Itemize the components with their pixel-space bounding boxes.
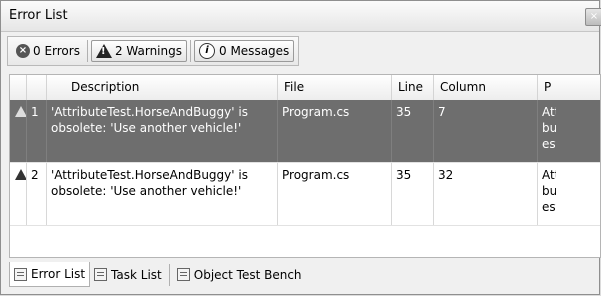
warning-icon [15, 106, 26, 117]
row-description: 'AttributeTest.HorseAndBuggy' is obsolet… [47, 163, 278, 225]
bottom-tab-strip: Error List Task List Object Test Bench [9, 261, 306, 288]
grid-header: Description File Line Column P [10, 75, 600, 101]
row-icon-cell [10, 163, 27, 225]
row-line: 35 [392, 100, 434, 162]
row-line: 35 [392, 163, 434, 225]
error-list-panel: Error List × × 0 Errors 2 Warnings i 0 M… [0, 0, 601, 295]
row-index: 2 [27, 163, 47, 225]
toolbar-separator [190, 40, 191, 62]
errors-filter-label: 0 Errors [33, 44, 80, 58]
messages-filter-button[interactable]: i 0 Messages [194, 40, 295, 62]
error-icon: × [16, 44, 30, 58]
header-index-column[interactable] [27, 75, 47, 100]
warnings-filter-label: 2 Warnings [114, 44, 182, 58]
tab-separator [168, 263, 170, 286]
header-file[interactable]: File [278, 75, 392, 100]
title-bar: Error List × [1, 1, 601, 32]
header-description[interactable]: Description [47, 75, 278, 100]
row-project: Att bu est [542, 105, 556, 151]
toolbar-separator [86, 40, 88, 62]
task-list-icon [94, 268, 108, 281]
errors-filter-button[interactable]: × 0 Errors [12, 40, 84, 62]
object-test-bench-icon [176, 268, 190, 281]
tab-task-list-label: Task List [111, 267, 162, 282]
panel-title: Error List [9, 8, 68, 23]
row-icon-cell [10, 100, 27, 162]
row-project: Att bu est [542, 168, 556, 214]
tab-task-list[interactable]: Task List [90, 262, 166, 287]
header-line[interactable]: Line [392, 75, 434, 100]
tab-error-list[interactable]: Error List [9, 262, 91, 287]
error-list-icon [14, 267, 27, 281]
filter-toolbar: × 0 Errors 2 Warnings i 0 Messages [7, 36, 300, 66]
tab-object-test-bench-label: Object Test Bench [193, 267, 302, 282]
error-grid: Description File Line Column P 1 'Attrib… [9, 74, 601, 258]
table-row[interactable]: 1 'AttributeTest.HorseAndBuggy' is obsol… [10, 100, 600, 163]
tab-error-list-label: Error List [31, 267, 86, 281]
row-file: Program.cs [278, 100, 392, 162]
row-index: 1 [27, 100, 47, 162]
row-column: 7 [434, 100, 538, 162]
warnings-filter-button[interactable]: 2 Warnings [90, 40, 187, 62]
info-icon: i [199, 43, 215, 59]
row-column: 32 [434, 163, 538, 225]
messages-filter-label: 0 Messages [219, 44, 290, 58]
header-column[interactable]: Column [434, 75, 538, 100]
tab-object-test-bench[interactable]: Object Test Bench [173, 262, 306, 287]
close-icon[interactable]: × [585, 8, 601, 26]
warning-icon [15, 169, 26, 180]
row-description: 'AttributeTest.HorseAndBuggy' is obsolet… [47, 100, 278, 162]
header-icon-column[interactable] [10, 75, 27, 100]
warning-icon [95, 44, 112, 58]
row-file: Program.cs [278, 163, 392, 225]
header-project[interactable]: P [538, 75, 600, 100]
table-row[interactable]: 2 'AttributeTest.HorseAndBuggy' is obsol… [10, 163, 600, 226]
